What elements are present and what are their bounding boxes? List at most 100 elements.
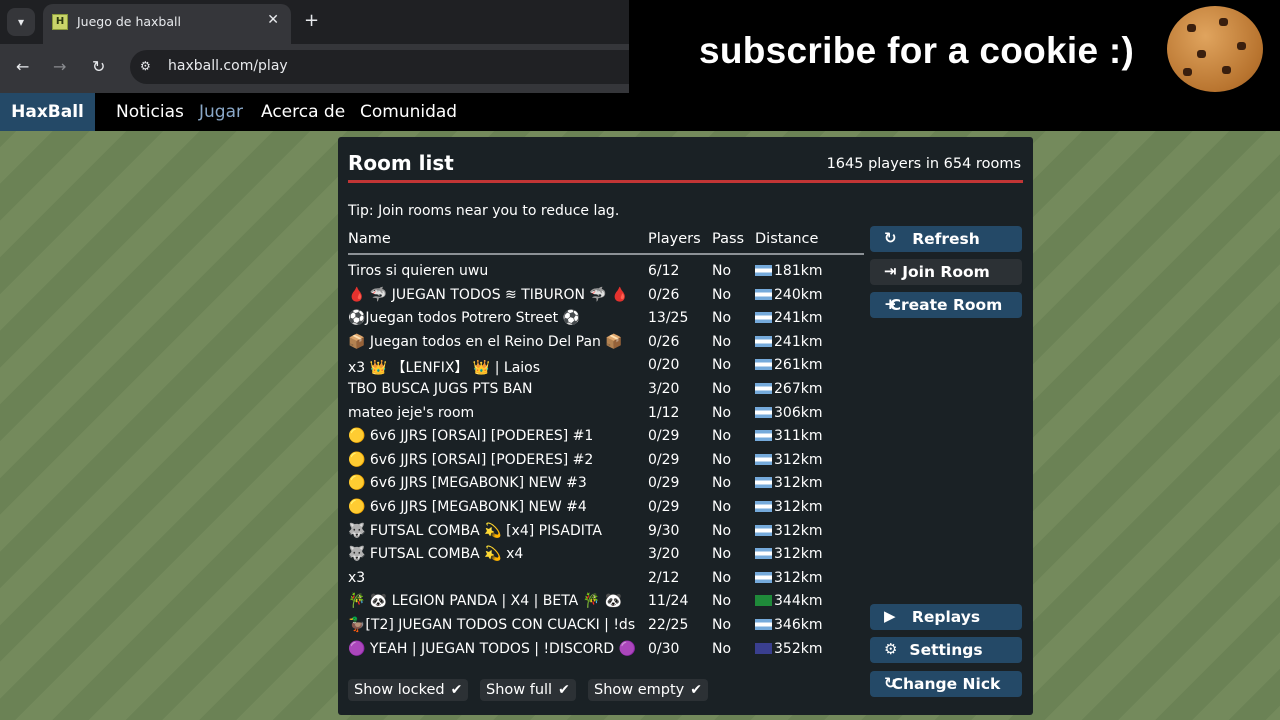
room-pass: No [712,310,732,327]
column-header-pass[interactable]: Pass [712,231,744,247]
create-room-button[interactable]: + Create Room [870,292,1022,318]
country-flag-icon [755,642,772,654]
room-name: 📦 Juegan todos en el Reino Del Pan 📦 [348,333,623,350]
room-pass: No [712,475,732,492]
room-name: 🟡 6v6 JJRS [MEGABONK] NEW #3 [348,475,587,492]
cookie-icon [1167,6,1263,92]
room-row[interactable]: 🎋 🐼 LEGION PANDA | X4 | BETA 🎋 🐼 11/24 No 3… [348,591,864,614]
room-players: 0/26 [648,286,680,303]
address-bar[interactable]: ⚙ haxball.com/play [130,50,629,84]
browser-tab[interactable]: H Juego de haxball ✕ [43,4,291,44]
room-row[interactable]: TBO BUSCA JUGS PTS BAN 3/20 No 267km [348,379,864,402]
check-icon: ✔ [450,682,463,698]
country-flag-icon [755,571,772,583]
country-flag-icon [755,501,772,512]
room-row[interactable]: 🟡 6v6 JJRS [MEGABONK] NEW #3 0/29 No 312km [348,473,864,496]
room-row[interactable]: 🟡 6v6 JJRS [MEGABONK] NEW #4 0/29 No 312km [348,497,864,520]
country-flag-icon [755,619,772,630]
column-header-name[interactable]: Name [348,231,391,247]
country-flag-icon [755,430,772,442]
column-header-players[interactable]: Players [648,231,701,247]
room-players: 0/29 [648,475,680,492]
back-arrow-icon[interactable]: ← [16,57,29,76]
room-players: 11/24 [648,593,689,610]
room-pass: No [712,569,732,586]
room-players: 0/29 [648,499,680,515]
room-row[interactable]: 🩸 🦈 JUEGAN TODOS ≋ TIBURON 🦈 🩸 0/26 No 240k… [348,285,864,308]
room-distance: 312km [755,452,822,468]
room-pass: No [712,263,732,279]
room-players: 0/29 [648,451,680,468]
site-settings-icon[interactable]: ⚙ [140,59,151,73]
browser-chrome: ▾ H Juego de haxball ✕ + ← → ↻ ⚙ haxball… [0,0,629,93]
room-distance: 312km [755,523,822,539]
room-row[interactable]: 🟡 6v6 JJRS [ORSAI] [PODERES] #1 0/29 No 311… [348,426,864,449]
refresh-button[interactable]: ↻ Refresh [870,226,1022,252]
room-pass: No [712,593,732,610]
new-tab-button[interactable]: + [304,10,319,31]
settings-button[interactable]: ⚙ Settings [870,637,1022,663]
nav-acerca-de[interactable]: Acerca de [261,93,345,131]
player-room-count: 1645 players in 654 rooms [826,156,1021,172]
browser-toolbar: ← → ↻ ⚙ haxball.com/play [0,44,629,93]
tab-bar: ▾ H Juego de haxball ✕ + [0,0,629,44]
room-name: Tiros si quieren uwu [348,263,489,279]
room-row[interactable]: x3 2/12 No 312km [348,568,864,591]
room-list-dialog: Room list 1645 players in 654 rooms Tip:… [338,137,1033,715]
replays-button[interactable]: ▶ Replays [870,604,1022,630]
room-players: 3/20 [648,381,680,397]
room-distance: 240km [755,287,822,303]
room-row[interactable]: ⚽Juegan todos Potrero Street ⚽ 13/25 No 241… [348,308,864,331]
check-icon: ✔ [690,682,702,698]
room-distance: 181km [755,263,822,279]
tab-title: Juego de haxball [77,14,181,29]
country-flag-icon [755,406,772,418]
room-distance: 312km [755,475,822,491]
close-tab-icon[interactable]: ✕ [267,12,279,28]
room-name: ⚽Juegan todos Potrero Street ⚽ [348,310,581,327]
room-row[interactable]: mateo jeje's room 1/12 No 306km [348,403,864,426]
show-empty-toggle[interactable]: Show empty ✔ [588,679,708,701]
room-row[interactable]: 📦 Juegan todos en el Reino Del Pan 📦 0/26… [348,332,864,355]
forward-arrow-icon[interactable]: → [53,57,66,76]
tab-search-button[interactable]: ▾ [7,8,35,36]
column-header-distance[interactable]: Distance [755,231,818,247]
room-pass: No [712,428,732,445]
nav-noticias[interactable]: Noticias [116,93,184,131]
room-pass: No [712,451,732,468]
banner-text: subscribe for a cookie :) [699,30,1135,71]
room-row[interactable]: 🟣 YEAH | JUEGAN TODOS | !DISCORD 🟣 0/30 No… [348,639,864,662]
dialog-title: Room list [348,151,454,175]
subscribe-banner: subscribe for a cookie :) [629,0,1280,93]
join-room-button[interactable]: ⇥ Join Room [870,259,1022,285]
title-divider [348,180,1023,183]
brand-logo[interactable]: HaxBall [0,93,95,131]
country-flag-icon [755,265,772,276]
country-flag-icon [755,383,772,394]
nav-comunidad[interactable]: Comunidad [360,93,457,131]
room-distance: 312km [755,546,822,562]
room-row[interactable]: x3 👑 【LENFIX】 👑 | Laios 0/20 No 261km [348,355,864,378]
country-flag-icon [755,453,772,465]
room-players: 0/30 [648,640,680,657]
room-row[interactable]: 🦆[T2] JUEGAN TODOS CON CUACKI | !ds 22/25… [348,615,864,638]
room-name: 🎋 🐼 LEGION PANDA | X4 | BETA 🎋 🐼 [348,593,623,610]
room-players: 6/12 [648,263,680,279]
room-name: mateo jeje's room [348,404,475,421]
change-nick-button[interactable]: ↻ Change Nick [870,671,1022,697]
room-row[interactable]: 🟡 6v6 JJRS [ORSAI] [PODERES] #2 0/29 No 312… [348,450,864,473]
nav-jugar[interactable]: Jugar [199,93,243,131]
room-row[interactable]: 🐺 FUTSAL COMBA 💫 [x4] PISADITA 9/30 No 312k… [348,521,864,544]
room-name: 🟣 YEAH | JUEGAN TODOS | !DISCORD 🟣 [348,640,637,657]
room-pass: No [712,640,732,657]
room-row[interactable]: 🐺 FUTSAL COMBA 💫 x4 3/20 No 312km [348,544,864,567]
room-distance: 352km [755,641,822,657]
room-pass: No [712,286,732,303]
show-full-toggle[interactable]: Show full ✔ [480,679,576,701]
reload-icon[interactable]: ↻ [92,57,105,76]
room-distance: 346km [755,617,822,633]
room-row[interactable]: Tiros si quieren uwu 6/12 No 181km [348,261,864,284]
room-name: 🩸 🦈 JUEGAN TODOS ≋ TIBURON 🦈 🩸 [348,286,629,303]
show-locked-toggle[interactable]: Show locked ✔ [348,679,469,701]
country-flag-icon [755,524,772,536]
